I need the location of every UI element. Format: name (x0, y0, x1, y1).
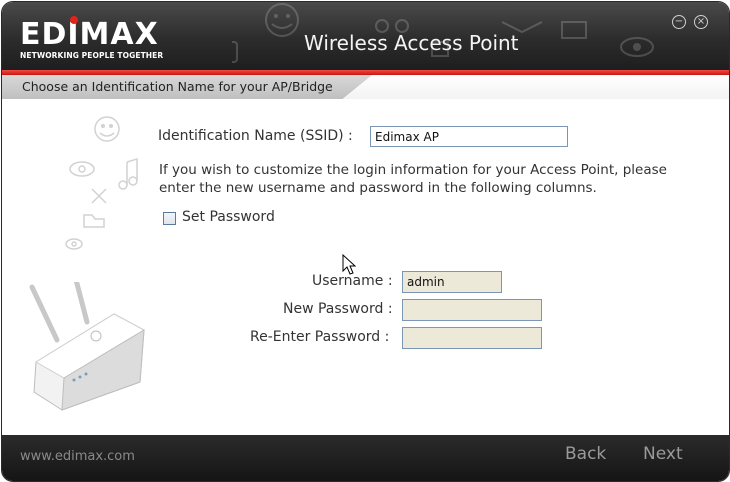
minimize-icon[interactable]: − (672, 15, 686, 29)
new-password-label: New Password : (283, 301, 393, 317)
app-title: Wireless Access Point (304, 31, 519, 55)
router-illustration (29, 282, 146, 411)
logo-red-dot (70, 16, 78, 24)
reenter-password-label: Re-Enter Password : (250, 329, 390, 345)
footer-bar: www.edimax.com Back Next (2, 435, 729, 481)
mouse-cursor-icon (342, 254, 356, 275)
login-info-text: If you wish to customize the login infor… (159, 162, 667, 196)
new-password-field[interactable] (402, 299, 542, 321)
logo-tagline: NETWORKING PEOPLE TOGETHER (20, 51, 164, 60)
logo-wordmark: EDIMAX (20, 17, 159, 52)
username-field[interactable] (402, 271, 502, 293)
decorative-icons (65, 116, 138, 250)
set-password-checkbox[interactable] (163, 212, 176, 225)
back-button[interactable]: Back (565, 444, 606, 464)
step-header: Choose an Identification Name for your A… (2, 75, 729, 99)
reenter-password-field[interactable] (402, 327, 542, 349)
ssid-input[interactable] (370, 126, 568, 147)
close-icon[interactable]: × (694, 15, 708, 29)
installer-window: EDIMAX NETWORKING PEOPLE TOGETHER Wirele… (1, 1, 730, 482)
edimax-logo: EDIMAX NETWORKING PEOPLE TOGETHER (20, 16, 164, 60)
next-button[interactable]: Next (643, 444, 683, 464)
title-bar: EDIMAX NETWORKING PEOPLE TOGETHER Wirele… (2, 2, 729, 70)
footer-url: www.edimax.com (20, 449, 135, 464)
ssid-label: Identification Name (SSID) : (158, 128, 353, 144)
set-password-label[interactable]: Set Password (182, 209, 275, 225)
step-header-text: Choose an Identification Name for your A… (22, 79, 333, 94)
